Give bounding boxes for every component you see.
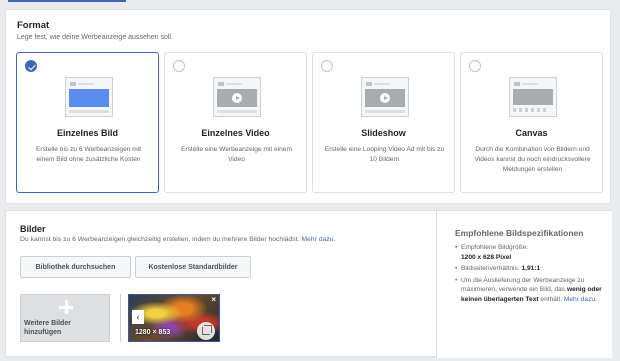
images-subtitle: Du kannst bis zu 6 Werbeanzeigen gleichz… — [20, 236, 335, 243]
play-icon — [380, 93, 390, 103]
format-option-description: Erstelle bis zu 6 Werbeanzeigen mit eine… — [35, 146, 142, 163]
format-option-title: Slideshow — [361, 128, 406, 138]
radio-button[interactable] — [321, 60, 333, 72]
format-option-single-video[interactable]: Einzelnes Video Erstelle eine Werbeanzei… — [164, 52, 307, 193]
single-image-illustration-icon — [65, 77, 113, 117]
format-option-title: Einzelnes Video — [201, 128, 270, 138]
image-dimensions: 1280 × 853 — [135, 329, 171, 336]
spec-text-post: enthält. — [540, 295, 563, 303]
images-subtitle-text: Du kannst bis zu 6 Werbeanzeigen gleichz… — [20, 236, 300, 243]
format-option-description: Durch die Kombination von Bildern und Vi… — [474, 146, 591, 173]
spec-more-link[interactable]: Mehr dazu. — [564, 296, 597, 303]
spec-size-label: Empfohlene Bildgröße: — [461, 244, 529, 251]
spec-text-pre: Um die Auslieferung der Werbeanzeige zu … — [461, 276, 585, 294]
format-option-title: Einzelnes Bild — [56, 128, 118, 138]
add-more-line-2: hinzufügen — [24, 329, 62, 336]
check-icon[interactable] — [25, 60, 37, 72]
crop-icon[interactable] — [197, 322, 215, 340]
format-section: Format Lege fest, wie deine Werbeanzeige… — [5, 9, 611, 204]
canvas-illustration-icon — [509, 77, 557, 117]
close-icon[interactable]: × — [211, 295, 216, 304]
active-tab-indicator — [8, 0, 126, 2]
add-more-line-1: Weitere Bilder — [24, 320, 71, 327]
images-title: Bilder — [20, 224, 46, 234]
image-spec-panel: Empfohlene Bildspezifikationen Empfohlen… — [436, 211, 612, 358]
divider — [120, 294, 121, 342]
images-more-link[interactable]: Mehr dazu. — [301, 236, 335, 243]
add-more-images-button[interactable]: Weitere Bilder hinzufügen — [20, 294, 110, 342]
format-title: Format — [17, 20, 50, 31]
spec-size-value: 1200 x 628 Pixel — [461, 253, 512, 261]
images-section: Bilder Du kannst bis zu 6 Werbeanzeigen … — [5, 210, 612, 358]
uploaded-image-thumbnail[interactable]: ‹ × 1280 × 853 — [128, 294, 220, 342]
radio-button[interactable] — [469, 60, 481, 72]
format-option-description: Erstelle eine Werbeanzeige mit einem Vid… — [181, 146, 292, 163]
spec-item-ratio: Bildseitenverhältnis: 1,91:1 — [455, 264, 605, 274]
format-option-slideshow[interactable]: Slideshow Erstelle eine Looping Video Ad… — [312, 52, 455, 193]
spec-item-text: Um die Auslieferung der Werbeanzeige zu … — [455, 276, 605, 305]
format-option-single-image[interactable]: Einzelnes Bild Erstelle bis zu 6 Werbean… — [16, 52, 159, 193]
radio-button[interactable] — [173, 60, 185, 72]
browse-library-button[interactable]: Bibliothek durchsuchen — [20, 256, 131, 278]
spec-ratio-label: Bildseitenverhältnis: — [461, 265, 520, 272]
video-illustration-icon — [213, 77, 261, 117]
add-more-images-label: Weitere Bilder hinzufügen — [24, 319, 71, 337]
free-stock-images-button[interactable]: Kostenlose Standardbilder — [135, 256, 251, 278]
slideshow-illustration-icon — [361, 77, 409, 117]
chevron-left-icon[interactable]: ‹ — [132, 310, 144, 324]
plus-icon — [59, 300, 73, 314]
format-option-canvas[interactable]: Canvas Durch die Kombination von Bildern… — [460, 52, 603, 193]
spec-ratio-value: 1,91:1 — [521, 265, 541, 272]
spec-title: Empfohlene Bildspezifikationen — [455, 228, 584, 238]
format-option-description: Erstelle eine Looping Video Ad mit bis z… — [324, 146, 445, 163]
format-option-title: Canvas — [515, 128, 548, 138]
spec-item-size: Empfohlene Bildgröße: 1200 x 628 Pixel — [455, 243, 605, 262]
spec-list: Empfohlene Bildgröße: 1200 x 628 Pixel B… — [455, 243, 605, 306]
format-subtitle: Lege fest, wie deine Werbeanzeige ausseh… — [17, 34, 173, 41]
play-icon — [232, 93, 242, 103]
